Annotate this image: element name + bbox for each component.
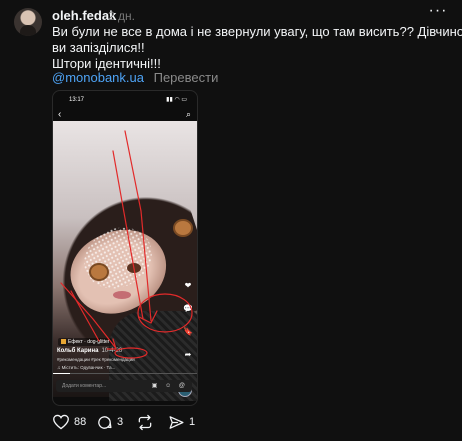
mention-row: @monobank.ua Перевести <box>52 70 218 85</box>
post-text-line: Ви були не все в дома і не звернули уваг… <box>52 24 462 39</box>
comment-count: 3 <box>117 416 124 428</box>
thread-post: oleh.fedak 2 дн. ··· Ви були не все в до… <box>0 0 462 441</box>
comment-button[interactable]: 3 <box>96 413 123 431</box>
mention-link[interactable]: @monobank.ua <box>52 70 144 85</box>
attached-screenshot[interactable]: 13:17 ▮▮ ◠ ▭ ‹ ⌕ ❤ 💬 🔖 ➦ Ефект · dog-gli… <box>52 90 198 406</box>
like-button[interactable]: 88 <box>52 413 86 431</box>
send-icon <box>169 415 184 429</box>
heart-icon: ❤ <box>184 281 192 290</box>
bookmark-icon: 🔖 <box>183 327 193 336</box>
video-hashtags: #рекомендации #рек #рекомендации <box>57 357 135 362</box>
author-name: Кольб Карина <box>57 348 99 354</box>
phone-status-icons: ▮▮ ◠ ▭ <box>166 97 187 103</box>
comment-bar-icons: ▣ ☺ @ <box>151 383 188 389</box>
share-button[interactable]: 1 <box>168 413 195 431</box>
back-icon: ‹ <box>58 109 62 120</box>
video-side-actions: ❤ 💬 🔖 ➦ <box>181 281 195 373</box>
comment-icon: 💬 <box>183 304 193 313</box>
heart-icon <box>53 414 69 430</box>
dog-ear-right <box>89 263 109 281</box>
comment-icon <box>98 415 112 429</box>
avatar[interactable] <box>14 8 42 36</box>
like-count: 88 <box>74 416 87 428</box>
more-options-icon[interactable]: ··· <box>428 3 448 20</box>
search-icon: ⌕ <box>185 109 191 119</box>
video-frame: ❤ 💬 🔖 ➦ <box>53 121 197 401</box>
phone-status-bar: 13:17 ▮▮ ◠ ▭ <box>53 91 197 109</box>
share-count: 1 <box>189 416 196 428</box>
repost-button[interactable] <box>136 413 158 431</box>
post-time: 2 дн. <box>108 9 135 23</box>
video-music: ♫ Містить: Одуванчик · Та... <box>57 365 116 370</box>
video-author: Кольб Карина 10-4-26 <box>57 348 122 354</box>
post-text-line: ви запізділися!! <box>52 40 145 55</box>
post-text: Ви були не все в дома і не звернули уваг… <box>52 24 462 72</box>
video-progress-fill <box>53 373 71 374</box>
comment-bar: Додати коментар... ▣ ☺ @ <box>56 380 192 392</box>
repost-icon <box>138 414 152 430</box>
video-date: 10-4-26 <box>101 348 123 354</box>
share-icon: ➦ <box>184 350 192 359</box>
effect-label: Ефект · dog-glitter <box>58 338 113 346</box>
lips-shape <box>113 291 131 299</box>
phone-clock: 13:17 <box>69 97 85 103</box>
dog-ear-left <box>173 219 193 237</box>
translate-link[interactable]: Перевести <box>154 70 219 85</box>
video-progress-bar <box>53 373 197 374</box>
username[interactable]: oleh.fedak <box>52 8 116 23</box>
dog-nose <box>127 263 141 273</box>
comment-input: Додати коментар... <box>62 383 107 389</box>
